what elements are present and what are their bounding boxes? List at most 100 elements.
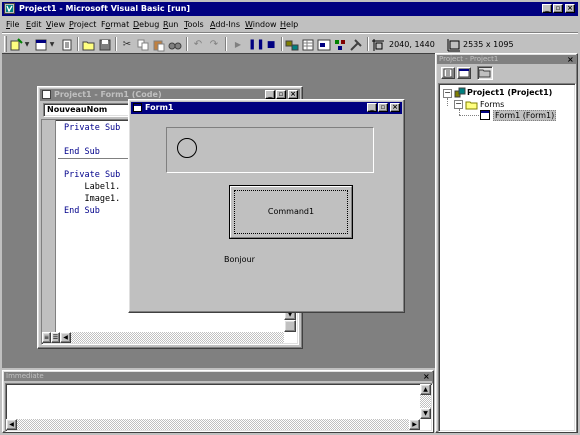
immediate-title-bar[interactable]: Immediate × — [4, 372, 432, 381]
scroll-left-button[interactable]: ◀ — [6, 419, 17, 430]
menu-help[interactable]: Help — [280, 19, 298, 30]
margin-indicator-bar — [42, 120, 56, 332]
main-title-bar[interactable]: Project1 - Microsoft Visual Basic [run] … — [2, 2, 578, 16]
object-browser-icon[interactable] — [333, 38, 347, 52]
menu-view[interactable]: View — [46, 19, 65, 30]
end-icon[interactable]: ■ — [264, 38, 278, 52]
command1-label: Command1 — [267, 207, 315, 216]
break-icon[interactable]: ❚❚ — [248, 38, 265, 52]
command1-bevel: Command1 — [230, 186, 352, 238]
undo-icon[interactable]: ↶ — [191, 38, 205, 52]
maximize-button[interactable]: ▫ — [553, 4, 563, 13]
code-window-icon — [42, 90, 51, 99]
menu-project[interactable]: Project — [69, 19, 96, 30]
picture-box[interactable] — [166, 127, 374, 173]
dropdown-arrow-icon[interactable]: ▼ — [48, 38, 56, 52]
code-horizontal-scrollbar[interactable] — [71, 332, 284, 343]
dropdown-arrow-icon[interactable]: ▼ — [23, 38, 31, 52]
tree-line — [459, 115, 479, 116]
toggle-folders-button[interactable] — [477, 66, 493, 80]
immediate-horizontal-scrollbar[interactable] — [6, 419, 420, 430]
view-code-button[interactable] — [441, 67, 455, 79]
menu-window[interactable]: Window — [245, 19, 277, 30]
immediate-editor[interactable]: ▲ ▼ ◀ ▶ — [5, 383, 433, 432]
tree-root-label[interactable]: Project1 (Project1) — [467, 88, 552, 97]
code-line: Label1. — [64, 182, 121, 192]
view-object-button[interactable] — [457, 67, 471, 79]
project-explorer[interactable]: Project - Project1 × − Project1 (Project… — [435, 53, 578, 433]
menu-edit[interactable]: Edit — [26, 19, 42, 30]
add-project-icon[interactable] — [9, 38, 23, 52]
scroll-right-button[interactable]: ▶ — [409, 419, 420, 430]
toolbar-separator — [281, 37, 283, 51]
code-close-button[interactable]: × — [288, 90, 298, 99]
immediate-close-icon[interactable]: × — [423, 372, 430, 381]
save-icon[interactable] — [98, 38, 112, 52]
tree-collapse-icon[interactable]: − — [454, 100, 463, 109]
form1-minimize-button[interactable]: _ — [367, 103, 377, 112]
scroll-down-button[interactable]: ▼ — [420, 408, 431, 419]
toolbox-icon[interactable] — [349, 38, 363, 52]
add-form-icon[interactable] — [34, 38, 48, 52]
start-icon[interactable]: ▶ — [231, 38, 245, 52]
form-layout-icon[interactable] — [317, 38, 331, 52]
form1-maximize-button[interactable]: ▫ — [378, 103, 388, 112]
project-explorer-close-icon[interactable]: × — [567, 55, 574, 64]
redo-icon[interactable]: ↷ — [207, 38, 221, 52]
toolbar-separator — [225, 37, 227, 51]
folder-icon — [465, 99, 478, 112]
immediate-window[interactable]: Immediate × ▲ ▼ ◀ ▶ — [2, 370, 434, 433]
properties-window-icon[interactable] — [301, 38, 315, 52]
copy-icon[interactable] — [136, 38, 150, 52]
toolbar-separator — [367, 37, 369, 51]
form1-window[interactable]: Form1 _ ▫ × Command1 Bonjour — [128, 99, 405, 313]
menu-debug[interactable]: Debug — [133, 19, 159, 30]
form1-title: Form1 — [145, 103, 174, 112]
menu-file[interactable]: File — [6, 19, 19, 30]
command1-button[interactable]: Command1 — [229, 185, 353, 239]
minimize-button[interactable]: _ — [542, 4, 552, 13]
toolbar-separator — [115, 37, 117, 51]
full-module-view-button[interactable]: ☰ — [51, 332, 60, 343]
code-line: End Sub — [64, 147, 100, 157]
menu-add-ins[interactable]: Add-Ins — [210, 19, 240, 30]
menu-tools[interactable]: Tools — [184, 19, 204, 30]
project-tree[interactable]: − Project1 (Project1) − Forms Form1 (For… — [438, 83, 576, 432]
form-icon — [133, 103, 142, 112]
vb-app-icon[interactable] — [4, 3, 15, 14]
code-minimize-button[interactable]: _ — [265, 90, 275, 99]
close-button[interactable]: × — [565, 4, 575, 13]
code-maximize-button[interactable]: ▫ — [276, 90, 286, 99]
app-title: Project1 - Microsoft Visual Basic [run] — [19, 4, 191, 13]
form1-close-button[interactable]: × — [390, 103, 400, 112]
project-explorer-icon[interactable] — [285, 38, 299, 52]
find-icon[interactable] — [168, 38, 182, 52]
splitter-handle[interactable] — [284, 320, 296, 332]
toolbar-separator — [77, 37, 79, 51]
menu-format[interactable]: Format — [101, 19, 129, 30]
tree-line — [447, 98, 448, 106]
menu-run[interactable]: Run — [163, 19, 178, 30]
menu-editor-icon[interactable] — [60, 38, 74, 52]
toolbar-grip[interactable] — [4, 36, 7, 52]
tree-collapse-icon[interactable]: − — [443, 89, 452, 98]
label1: Bonjour — [224, 255, 255, 264]
scroll-left-button[interactable]: ◀ — [60, 332, 71, 343]
code-line: Private Sub — [64, 123, 121, 133]
menu-separator — [2, 32, 578, 34]
cut-icon[interactable]: ✂ — [120, 38, 134, 52]
form1-title-bar[interactable]: Form1 _ ▫ × — [131, 102, 402, 114]
shape-circle — [177, 138, 197, 158]
tree-folder-label[interactable]: Forms — [480, 100, 504, 109]
code-line: Private Sub — [64, 170, 121, 180]
procedure-view-button[interactable]: ≡ — [42, 332, 51, 343]
size-icon — [447, 38, 461, 52]
scroll-up-button[interactable]: ▲ — [420, 384, 431, 395]
size-readout: 2535 x 1095 — [463, 40, 514, 49]
object-combo[interactable]: NouveauNom — [43, 103, 133, 117]
form-icon — [480, 110, 491, 123]
paste-icon[interactable] — [152, 38, 166, 52]
open-icon[interactable] — [82, 38, 96, 52]
tree-item-form1[interactable]: Form1 (Form1) — [493, 110, 557, 121]
project-explorer-title-bar[interactable]: Project - Project1 × — [437, 55, 576, 64]
